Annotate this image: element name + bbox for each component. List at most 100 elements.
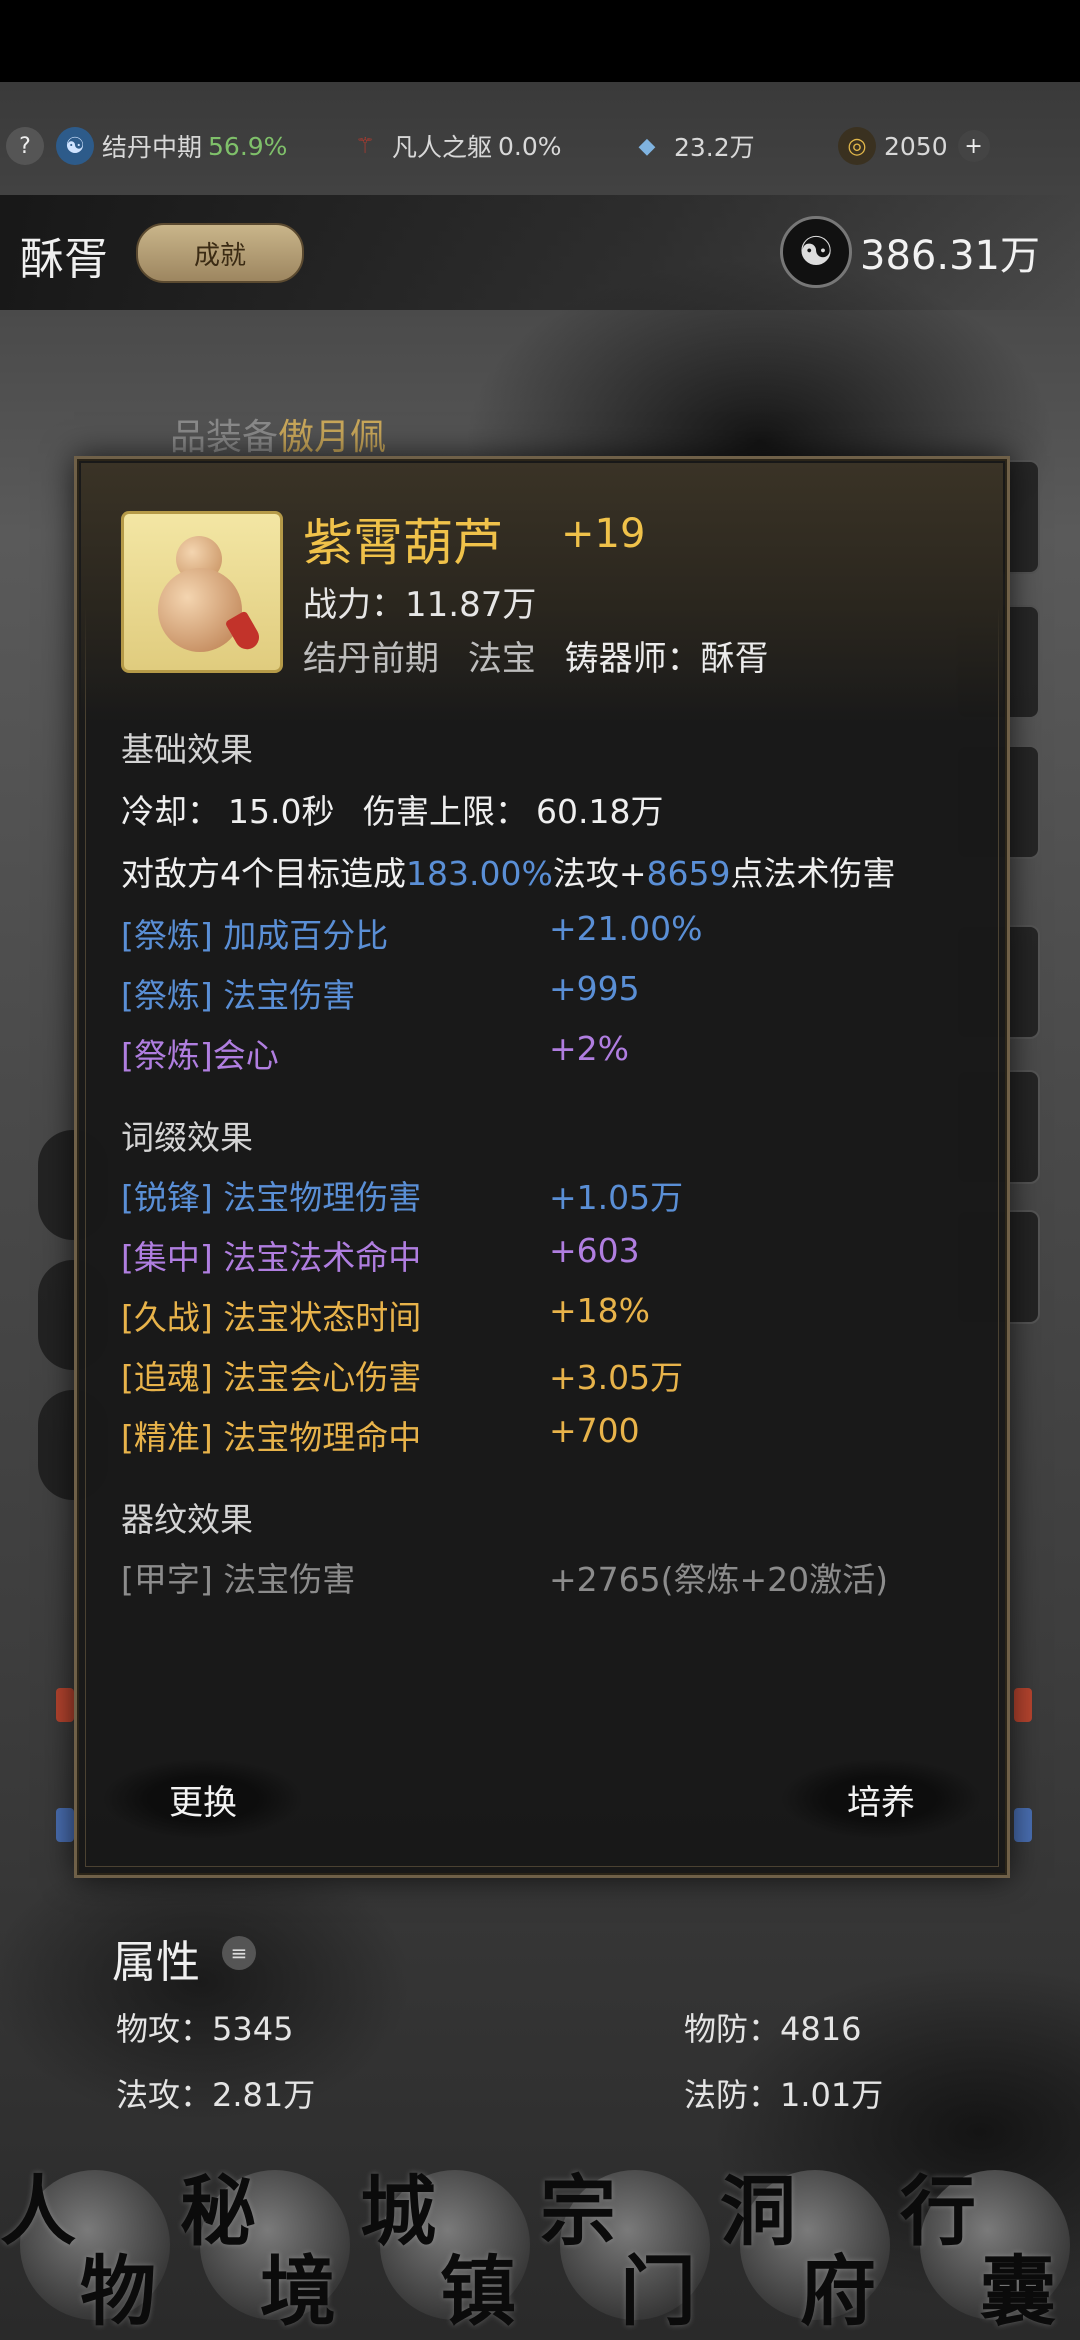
train-button[interactable]: 培养: [781, 1759, 981, 1839]
stone-value: 23.2万: [674, 133, 755, 162]
nav-cave[interactable]: 洞 府: [720, 2150, 900, 2336]
hp-bar-end: [56, 1688, 74, 1722]
mp-bar-end: [56, 1808, 74, 1842]
affix-row-label: [追魂] 法宝会心伤害: [121, 1358, 422, 1397]
body-label: 凡人之躯: [392, 133, 493, 162]
pattern-row-value: +2765(祭炼+20激活): [549, 1560, 889, 1599]
base-row-label: [祭炼] 加成百分比: [121, 916, 389, 955]
hp-bar-end: [1014, 1688, 1032, 1722]
equip-line-prefix: 品装备: [170, 417, 279, 458]
damage-cap-value: 60.18万: [535, 792, 664, 831]
desc-part: 法攻+: [552, 854, 647, 893]
add-icon[interactable]: +: [957, 130, 990, 162]
smith-label: 铸器师：: [564, 639, 701, 679]
nav-label: 宗: [540, 2167, 616, 2256]
affix-row: [锐锋] 法宝物理伤害 +1.05万: [121, 1171, 683, 1219]
nav-label: 境: [260, 2247, 336, 2336]
desc-part: 对敌方4个目标造成: [121, 854, 406, 893]
magic-attack: 法攻：2.81万: [116, 2076, 316, 2114]
realm-progress[interactable]: ☯ 结丹中期 56.9%: [56, 124, 287, 168]
nav-character[interactable]: 人 物: [0, 2150, 180, 2336]
gold-currency[interactable]: ◎ 2050 +: [838, 124, 998, 168]
nav-bag[interactable]: 行 囊: [900, 2150, 1080, 2336]
gold-coin-icon: ◎: [838, 127, 876, 165]
equip-line: 品装备傲月佩: [170, 408, 386, 460]
base-row-label: [祭炼]会心: [121, 1036, 279, 1075]
gourd-icon: [124, 514, 280, 670]
nav-label: 府: [800, 2247, 876, 2336]
item-detail-popup: 紫霄葫芦 +19 战力：11.87万 结丹前期 法宝 铸器师：酥胥 基础效果 冷…: [74, 456, 1010, 1878]
nav-town[interactable]: 城 镇: [360, 2150, 540, 2336]
nav-label: 囊: [980, 2247, 1056, 2336]
body-percent: 0.0%: [498, 131, 562, 161]
item-icon: [121, 511, 283, 673]
attributes-title: 属性: [112, 1937, 200, 1988]
equip-line-name: 傲月佩: [278, 417, 387, 458]
replace-button[interactable]: 更换: [103, 1759, 303, 1839]
item-meta: 结丹前期 法宝 铸器师：酥胥: [303, 631, 769, 680]
skill-description: 对敌方4个目标造成183.00%法攻+8659点法术伤害: [121, 847, 895, 895]
desc-part: 点法术伤害: [730, 854, 896, 893]
status-bar: [0, 0, 1080, 82]
nav-label: 物: [80, 2247, 156, 2336]
base-row-value: +2%: [549, 1029, 630, 1068]
affix-row-value: +18%: [549, 1291, 650, 1330]
item-realm: 结丹前期: [303, 639, 439, 679]
affix-row: [集中] 法宝法术命中 +603: [121, 1231, 640, 1279]
base-row-value: +21.00%: [549, 909, 703, 948]
phys-defense: 物防：4816: [684, 2010, 862, 2048]
item-name: 紫霄葫芦: [303, 514, 503, 572]
mp-bar-end: [1014, 1808, 1032, 1842]
nav-label: 镇: [440, 2247, 516, 2336]
nav-label: 门: [620, 2247, 696, 2336]
affix-effects-title: 词缀效果: [121, 1118, 253, 1157]
yinyang-icon: ☯: [780, 216, 853, 288]
help-icon: ?: [6, 127, 44, 165]
taiji-icon: ☯: [56, 127, 94, 165]
stone-icon: ◆: [638, 133, 656, 159]
item-power: 战力：11.87万: [303, 577, 536, 626]
affix-row: [久战] 法宝状态时间 +18%: [121, 1291, 650, 1339]
power-label: 战力：: [303, 585, 405, 625]
pattern-row-label: [甲字] 法宝伤害: [121, 1560, 356, 1599]
phys-attack: 物攻：5345: [116, 2010, 294, 2048]
list-icon[interactable]: ≡: [222, 1936, 256, 1970]
nav-label: 秘: [180, 2167, 256, 2256]
damage-cap-label: 伤害上限：: [362, 792, 528, 831]
spirit-stone[interactable]: ◆ 23.2万: [628, 124, 755, 168]
affix-row-label: [锐锋] 法宝物理伤害: [121, 1178, 422, 1217]
base-row: [祭炼] 加成百分比 +21.00%: [121, 909, 702, 957]
nav-label: 人: [0, 2167, 76, 2256]
resource-bar: ? ☯ 结丹中期 56.9% ⚚ 凡人之躯 0.0% ◆ 23.2万 ◎ 205…: [0, 100, 1080, 192]
achievement-button[interactable]: 成就: [136, 223, 304, 283]
affix-row-value: +1.05万: [549, 1178, 684, 1217]
base-row-value: +995: [549, 969, 640, 1008]
nav-sect[interactable]: 宗 门: [540, 2150, 720, 2336]
affix-row-value: +603: [549, 1231, 640, 1270]
affix-row-value: +3.05万: [549, 1358, 684, 1397]
cooldown-row: 冷却： 15.0秒 伤害上限： 60.18万: [121, 785, 663, 833]
nav-secret-realm[interactable]: 秘 境: [180, 2150, 360, 2336]
item-level: +19: [561, 511, 646, 557]
base-row: [祭炼]会心 +2%: [121, 1029, 629, 1077]
affix-row-value: +700: [549, 1411, 640, 1450]
character-name: 酥胥: [20, 234, 108, 285]
desc-percent: 183.00%: [406, 854, 553, 893]
base-row-label: [祭炼] 法宝伤害: [121, 976, 356, 1015]
affix-row-label: [精准] 法宝物理命中: [121, 1418, 422, 1457]
base-row: [祭炼] 法宝伤害 +995: [121, 969, 640, 1017]
smith-name: 酥胥: [700, 639, 769, 679]
nav-label: 洞: [720, 2167, 796, 2256]
affix-row: [精准] 法宝物理命中 +700: [121, 1411, 640, 1459]
gold-value: 2050: [884, 131, 948, 161]
body-icon: ⚚: [355, 133, 375, 159]
help-button[interactable]: ?: [6, 124, 52, 168]
nav-label: 城: [360, 2167, 436, 2256]
currency-display: ☯ 386.31万: [780, 216, 1040, 288]
affix-row-label: [集中] 法宝法术命中: [121, 1238, 422, 1277]
character-header: 酥胥 成就 ☯ 386.31万: [0, 195, 1080, 310]
bottom-nav: 人 物 秘 境 城 镇 宗 门 洞 府 行 囊: [0, 2140, 1080, 2340]
body-progress[interactable]: ⚚ 凡人之躯 0.0%: [346, 124, 562, 168]
realm-label: 结丹中期: [102, 133, 203, 162]
pattern-effects-title: 器纹效果: [121, 1500, 253, 1539]
